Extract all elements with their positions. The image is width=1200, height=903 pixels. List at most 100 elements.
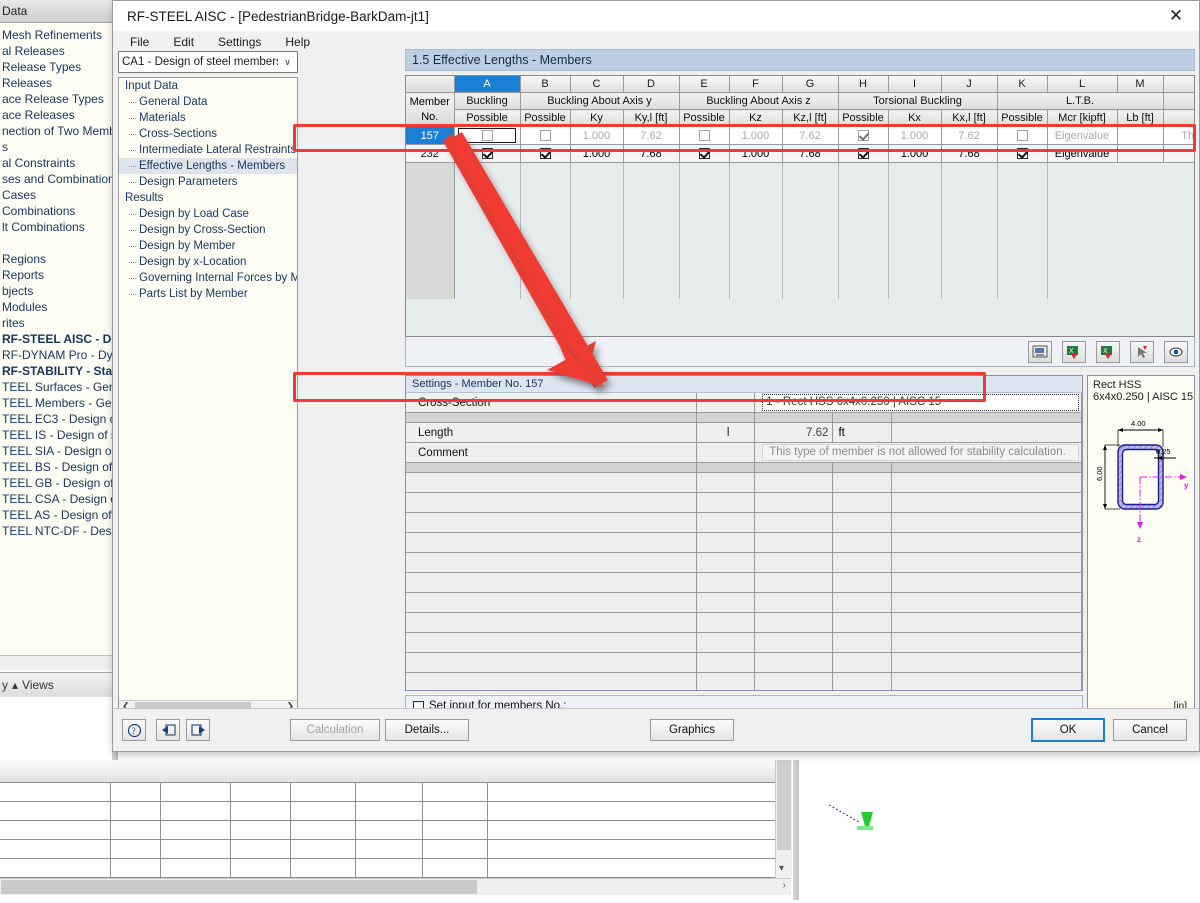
cell-torsional-possible[interactable]: [838, 145, 888, 163]
background-nav-item[interactable]: TEEL IS - Design of ste: [0, 427, 112, 443]
cell-buckling-y-possible[interactable]: [520, 145, 570, 163]
navigator-tree[interactable]: Input DataGeneral DataMaterialsCross-Sec…: [118, 77, 298, 713]
cell-torsional-possible-checkbox[interactable]: [858, 148, 869, 159]
background-nav-item[interactable]: TEEL BS - Design of st: [0, 459, 112, 475]
active-cell-frame[interactable]: [458, 128, 516, 143]
column-header-B[interactable]: B: [520, 76, 570, 93]
cell-buckling-possible-checkbox[interactable]: [482, 130, 493, 141]
cell-ltb-possible[interactable]: [997, 145, 1047, 163]
tree-item-effective-lengths-members[interactable]: Effective Lengths - Members: [119, 158, 297, 174]
background-nav-item[interactable]: RF-STEEL AISC - Desi: [0, 331, 112, 347]
background-nav-item[interactable]: TEEL GB - Design of s: [0, 475, 112, 491]
cell-buckling-z-possible-checkbox[interactable]: [699, 148, 710, 159]
tree-item-design-parameters[interactable]: Design Parameters: [119, 174, 297, 190]
chevron-down-icon[interactable]: ∨: [278, 52, 297, 72]
print-table-icon[interactable]: [1028, 341, 1052, 363]
column-header-E[interactable]: E: [679, 76, 729, 93]
cell-ky[interactable]: 1.000: [570, 145, 623, 163]
close-icon[interactable]: ✕: [1153, 1, 1199, 31]
column-header-K[interactable]: K: [997, 76, 1047, 93]
cell-torsional-possible-checkbox[interactable]: [858, 130, 869, 141]
tree-item-materials[interactable]: Materials: [119, 110, 297, 126]
background-nav-item[interactable]: ace Release Types: [0, 91, 112, 107]
tree-item-cross-sections[interactable]: Cross-Sections: [119, 126, 297, 142]
cell-kzl[interactable]: 7.68: [782, 145, 838, 163]
background-table-vscrollbar[interactable]: ▾: [775, 760, 792, 878]
background-tab-bar[interactable]: y ▴ Views: [0, 672, 114, 697]
background-nav-item[interactable]: bjects: [0, 283, 112, 299]
cell-kz[interactable]: 1.000: [729, 127, 782, 145]
background-nav-item[interactable]: al Constraints: [0, 155, 112, 171]
member-settings-panel[interactable]: Settings - Member No. 157 Cross-Section1…: [405, 375, 1083, 691]
background-nav-item[interactable]: TEEL EC3 - Design of: [0, 411, 112, 427]
column-header-J[interactable]: J: [941, 76, 997, 93]
tree-item-design-by-load-case[interactable]: Design by Load Case: [119, 206, 297, 222]
ok-button[interactable]: OK: [1031, 718, 1105, 742]
cell-buckling-y-possible-checkbox[interactable]: [540, 130, 551, 141]
settings-row-value[interactable]: This type of member is not allowed for s…: [755, 443, 1082, 463]
cell-buckling-possible[interactable]: [454, 145, 520, 163]
cell-buckling-possible[interactable]: [454, 127, 520, 145]
cell-kx[interactable]: 1.000: [888, 145, 941, 163]
column-letter-row[interactable]: ABCDEFGHIJKLMN: [406, 76, 1195, 93]
column-header-N[interactable]: N: [1163, 76, 1195, 93]
settings-row[interactable]: CommentThis type of member is not allowe…: [406, 443, 1082, 463]
graphics-button[interactable]: Graphics: [650, 719, 734, 741]
background-nav-item[interactable]: TEEL Members - Gene: [0, 395, 112, 411]
cross-section-value-field[interactable]: 1 - Rect HSS 6x4x0.250 | AISC 15: [762, 394, 1079, 411]
help-button[interactable]: ?: [122, 719, 146, 741]
cell-kzl[interactable]: 7.62: [782, 127, 838, 145]
background-tab-views[interactable]: Views: [22, 678, 54, 692]
cell-buckling-z-possible[interactable]: [679, 145, 729, 163]
background-nav-item[interactable]: ace Releases: [0, 107, 112, 123]
chevron-down-icon[interactable]: ▾: [779, 863, 784, 874]
settings-row-value[interactable]: 1 - Rect HSS 6x4x0.250 | AISC 15: [755, 393, 1082, 413]
cell-ltb-possible-checkbox[interactable]: [1017, 130, 1028, 141]
background-nav-item[interactable]: TEEL NTC-DF - Design: [0, 523, 112, 539]
column-header-C[interactable]: C: [570, 76, 623, 93]
background-nav-item[interactable]: Reports: [0, 267, 112, 283]
tree-item-design-by-cross-section[interactable]: Design by Cross-Section: [119, 222, 297, 238]
export-excel-up-icon[interactable]: X: [1062, 341, 1086, 363]
cell-mcr[interactable]: Eigenvalue: [1047, 127, 1117, 145]
chevron-right-icon[interactable]: ›: [783, 880, 786, 891]
background-nav-item[interactable]: RF-DYNAM Pro - Dyna: [0, 347, 112, 363]
background-nav-item[interactable]: TEEL CSA - Design of: [0, 491, 112, 507]
view-mode-icon[interactable]: [1164, 341, 1188, 363]
cell-torsional-possible[interactable]: [838, 127, 888, 145]
background-nav-item[interactable]: ses and Combination: [0, 171, 112, 187]
background-tab-y[interactable]: y: [2, 678, 8, 692]
next-button[interactable]: [186, 719, 210, 741]
background-nav-item[interactable]: Releases: [0, 75, 112, 91]
cell-ky[interactable]: 1.000: [570, 127, 623, 145]
background-nav-item[interactable]: Modules: [0, 299, 112, 315]
background-table-hscrollbar[interactable]: ›: [0, 878, 791, 895]
cell-buckling-z-possible-checkbox[interactable]: [699, 130, 710, 141]
background-nav-item[interactable]: Cases: [0, 187, 112, 203]
cell-lb[interactable]: [1117, 127, 1163, 145]
details-button[interactable]: Details...: [385, 719, 469, 741]
cell-kxl[interactable]: 7.62: [941, 127, 997, 145]
grid-toolbar[interactable]: X X: [405, 337, 1195, 367]
cell-kx[interactable]: 1.000: [888, 127, 941, 145]
cell-ltb-possible[interactable]: [997, 127, 1047, 145]
cell-buckling-z-possible[interactable]: [679, 127, 729, 145]
background-nav-item[interactable]: TEEL SIA - Design of s: [0, 443, 112, 459]
tree-item-input-data[interactable]: Input Data: [119, 78, 297, 94]
export-excel-down-icon[interactable]: X: [1096, 341, 1120, 363]
tree-item-parts-list-by-member[interactable]: Parts List by Member: [119, 286, 297, 302]
background-nav-item[interactable]: RF-STABILITY - Stabil: [0, 363, 112, 379]
calculation-button[interactable]: Calculation: [290, 719, 380, 741]
cell-buckling-possible-checkbox[interactable]: [482, 148, 493, 159]
row-header-member-no[interactable]: 232: [406, 145, 454, 163]
column-header-M[interactable]: M: [1117, 76, 1163, 93]
settings-row[interactable]: Cross-Section1 - Rect HSS 6x4x0.250 | AI…: [406, 393, 1082, 413]
menu-item-settings[interactable]: Settings: [215, 34, 264, 50]
background-nav-item[interactable]: Mesh Refinements: [0, 27, 112, 43]
comment-value-field[interactable]: This type of member is not allowed for s…: [762, 444, 1079, 461]
column-header-I[interactable]: I: [888, 76, 941, 93]
menu-item-file[interactable]: File: [127, 34, 152, 50]
cell-buckling-y-possible[interactable]: [520, 127, 570, 145]
tree-item-results[interactable]: Results: [119, 190, 297, 206]
cell-buckling-y-possible-checkbox[interactable]: [540, 148, 551, 159]
